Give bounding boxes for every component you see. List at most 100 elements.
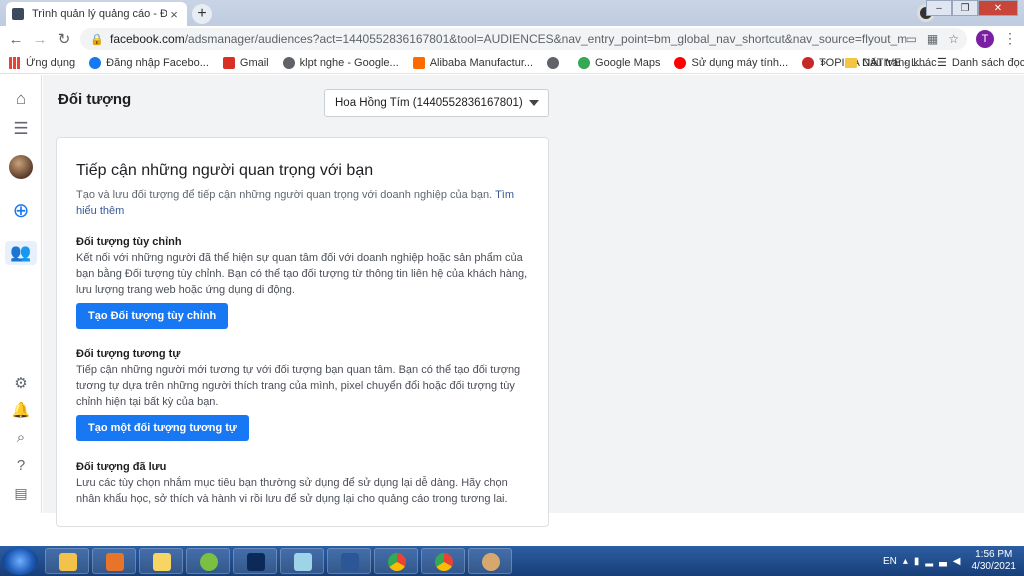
app-leaf-icon	[200, 553, 218, 571]
bookmark-other-folder[interactable]: Dấu trang khác	[845, 57, 937, 69]
ads-manager-favicon-icon	[12, 8, 24, 20]
settings-gear-icon[interactable]: ⚙	[9, 372, 33, 396]
chevron-down-icon	[529, 100, 539, 106]
url-path: /adsmanager/audiences?act=14405528361678…	[184, 32, 906, 46]
chrome-icon	[388, 553, 406, 571]
account-avatar[interactable]	[9, 155, 33, 179]
globe-icon	[282, 56, 295, 69]
youtube-icon	[674, 56, 687, 69]
help-question-icon[interactable]: ?	[9, 454, 33, 478]
custom-audience-title: Đối tượng tùy chỉnh	[76, 236, 182, 248]
gmail-icon	[222, 56, 235, 69]
browser-menu-icon[interactable]: ⋮	[1003, 30, 1017, 47]
taskbar-clock[interactable]: 1:56 PM 4/30/2021	[972, 549, 1017, 573]
browser-tab-ads-manager[interactable]: Trình quản lý quảng cáo - Đối tư ×	[6, 2, 187, 26]
language-indicator[interactable]: EN	[883, 556, 897, 567]
menu-hamburger-icon[interactable]: ☰	[9, 117, 33, 141]
cast-icon[interactable]: ▭	[906, 32, 917, 46]
tab-close-icon[interactable]: ×	[167, 7, 181, 22]
browser-toolbar: ← → ↻ 🔒 facebook.com/adsmanager/audience…	[0, 26, 1024, 52]
windows-taskbar: EN ▴ ▮ ▂ ▃ ◀ 1:56 PM 4/30/2021	[0, 546, 1024, 576]
restore-button[interactable]: ❐	[952, 0, 978, 16]
bookmarks-bar: Ứng dụng Đăng nhập Facebo... Gmail klpt …	[0, 52, 1024, 74]
bookmarks-overflow-button[interactable]: »	[820, 57, 826, 69]
reading-list-button[interactable]: ☰ Danh sách đọc	[937, 56, 1024, 70]
media-player-icon	[106, 553, 124, 571]
globe-icon	[547, 56, 560, 69]
search-icon[interactable]: ⌕	[9, 426, 33, 450]
word-icon	[341, 553, 359, 571]
taskbar-folder[interactable]	[139, 548, 183, 574]
card-intro: Tạo và lưu đối tượng để tiếp cận những n…	[76, 189, 515, 217]
qr-code-icon[interactable]: ▦	[927, 32, 938, 46]
start-button-windows-icon[interactable]	[2, 547, 38, 575]
bookmark-globe[interactable]	[547, 56, 564, 69]
create-lookalike-audience-button[interactable]: Tạo một đối tượng tương tự	[76, 415, 249, 441]
tab-title: Trình quản lý quảng cáo - Đối tư	[32, 8, 167, 20]
taskbar-photoshop[interactable]	[233, 548, 277, 574]
forward-arrow-icon[interactable]: →	[28, 31, 52, 48]
card-heading: Tiếp cận những người quan trọng với bạn	[76, 162, 374, 179]
home-icon[interactable]: ⌂	[9, 87, 33, 111]
topica-icon	[802, 56, 815, 69]
facebook-icon	[89, 56, 102, 69]
photoshop-icon	[247, 553, 265, 571]
system-tray: EN ▴ ▮ ▂ ▃ ◀ 1:56 PM 4/30/2021	[880, 546, 1016, 576]
folder-icon	[845, 57, 857, 68]
report-panel-icon[interactable]: ▤	[9, 481, 33, 505]
page-title: Đối tượng	[58, 91, 132, 108]
ad-account-dropdown[interactable]: Hoa Hồng Tím (1440552836167801)	[324, 89, 549, 117]
taskbar-chrome-alt[interactable]	[186, 548, 230, 574]
clock-date: 4/30/2021	[971, 561, 1017, 572]
network-icon[interactable]: ▂	[925, 556, 933, 567]
saved-audience-description: Lưu các tùy chọn nhắm mục tiêu bạn thườn…	[76, 477, 508, 505]
tray-arrow-icon[interactable]: ▴	[903, 556, 908, 567]
taskbar-media-player[interactable]	[92, 548, 136, 574]
apps-grid-icon	[9, 56, 21, 69]
taskbar-file-explorer[interactable]	[45, 548, 89, 574]
taskbar-word[interactable]	[327, 548, 371, 574]
alibaba-icon	[412, 56, 425, 69]
url-host: facebook.com	[110, 32, 185, 46]
ad-account-selected: Hoa Hồng Tím (1440552836167801)	[335, 97, 523, 109]
lookalike-audience-description: Tiếp cận những người mới tương tự với đố…	[76, 364, 521, 408]
signal-bars-icon[interactable]: ▃	[939, 556, 947, 567]
notifications-bell-icon[interactable]: 🔔	[9, 399, 33, 423]
minimize-button[interactable]: –	[926, 0, 952, 16]
address-bar[interactable]: 🔒 facebook.com/adsmanager/audiences?act=…	[80, 28, 967, 50]
audiences-people-icon[interactable]: 👥	[5, 241, 37, 265]
lock-icon[interactable]: 🔒	[90, 33, 104, 46]
back-arrow-icon[interactable]: ←	[4, 31, 28, 48]
power-icon[interactable]: ▮	[914, 556, 920, 567]
volume-icon[interactable]: ◀	[953, 556, 961, 567]
bookmark-su-dung-may-tinh[interactable]: Sử dụng máy tính...	[674, 56, 788, 69]
maps-pin-icon	[578, 56, 591, 69]
url-text[interactable]: facebook.com/adsmanager/audiences?act=14…	[110, 32, 906, 46]
new-tab-button[interactable]: +	[192, 4, 212, 24]
profile-avatar[interactable]: T	[976, 30, 994, 48]
bookmark-klpt-nghe[interactable]: klpt nghe - Google...	[282, 56, 399, 69]
taskbar-chrome-profile[interactable]	[374, 548, 418, 574]
bookmark-facebook-login[interactable]: Đăng nhập Facebo...	[89, 56, 209, 69]
saved-audience-title: Đối tượng đã lưu	[76, 461, 167, 473]
lookalike-audience-title: Đối tượng tương tự	[76, 348, 181, 360]
taskbar-paint[interactable]	[468, 548, 512, 574]
clock-time: 1:56 PM	[975, 549, 1013, 560]
create-custom-audience-button[interactable]: Tạo Đối tượng tùy chỉnh	[76, 303, 229, 329]
close-window-button[interactable]: ✕	[978, 0, 1018, 16]
taskbar-notes[interactable]	[280, 548, 324, 574]
bookmark-alibaba[interactable]: Alibaba Manufactur...	[412, 56, 533, 69]
bookmark-apps[interactable]: Ứng dụng	[9, 56, 75, 69]
bookmark-gmail[interactable]: Gmail	[222, 56, 269, 69]
paint-palette-icon	[482, 553, 500, 571]
ads-manager-nav-rail: ⌂ ☰ ⊕ 👥 ⚙ 🔔 ⌕ ? ▤	[0, 75, 42, 513]
chrome-icon	[435, 553, 453, 571]
folder-icon	[59, 553, 77, 571]
reload-icon[interactable]: ↻	[52, 30, 76, 48]
taskbar-chrome[interactable]	[421, 548, 465, 574]
audiences-intro-card: Tiếp cận những người quan trọng với bạn …	[56, 137, 549, 527]
window-controls: – ❐ ✕	[926, 0, 1018, 16]
bookmark-google-maps[interactable]: Google Maps	[578, 56, 660, 69]
create-plus-icon[interactable]: ⊕	[9, 199, 33, 223]
bookmark-star-icon[interactable]: ☆	[948, 32, 959, 46]
